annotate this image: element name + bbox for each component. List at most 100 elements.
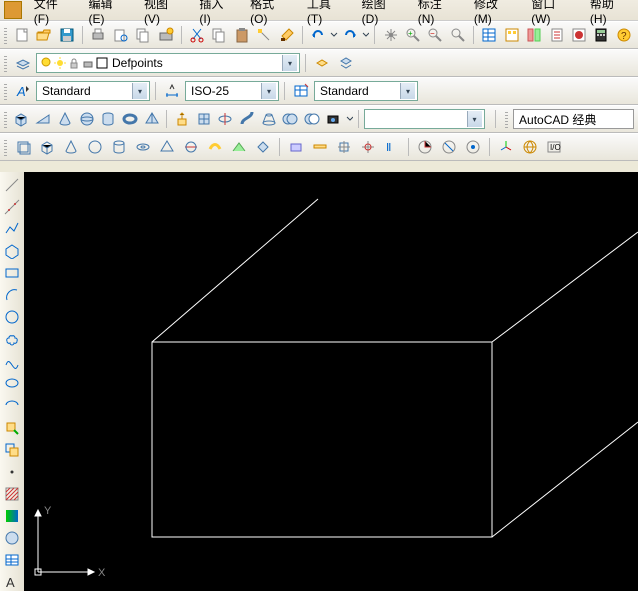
pyramid2-icon[interactable]	[156, 136, 178, 158]
redo-icon[interactable]	[340, 24, 360, 46]
ellipse-arc-icon[interactable]	[1, 396, 23, 414]
textstyle-icon[interactable]: A	[12, 80, 34, 102]
torus-icon[interactable]	[120, 108, 140, 130]
props-icon[interactable]	[479, 24, 499, 46]
union-icon[interactable]	[281, 108, 301, 130]
point-icon[interactable]	[1, 463, 23, 481]
torus2-icon[interactable]	[132, 136, 154, 158]
region-icon[interactable]	[1, 529, 23, 547]
line-icon[interactable]	[1, 176, 23, 194]
layer-iso-icon[interactable]	[335, 52, 357, 74]
tool-palette-icon[interactable]	[524, 24, 544, 46]
sec-plane-icon[interactable]	[285, 136, 307, 158]
table-icon[interactable]	[1, 551, 23, 569]
cyl2-icon[interactable]	[108, 136, 130, 158]
print-icon[interactable]	[88, 24, 108, 46]
pan-icon[interactable]	[380, 24, 400, 46]
sphere-icon[interactable]	[77, 108, 97, 130]
3d-align-icon[interactable]	[357, 136, 379, 158]
insert-block-icon[interactable]	[1, 419, 23, 437]
chevron-down-icon[interactable]: ▾	[261, 83, 276, 99]
grip-icon[interactable]	[4, 54, 7, 72]
dimstyle-icon[interactable]	[161, 80, 183, 102]
grip-icon[interactable]	[4, 138, 7, 156]
chevron-down-icon[interactable]: ▾	[282, 55, 297, 71]
open-icon[interactable]	[34, 24, 54, 46]
grip-icon[interactable]	[4, 110, 7, 128]
zoom-ext-icon[interactable]	[448, 24, 468, 46]
xline-icon[interactable]	[1, 198, 23, 216]
gradient-icon[interactable]	[1, 507, 23, 525]
wedge2-icon[interactable]	[60, 136, 82, 158]
help-icon[interactable]: ?	[614, 24, 634, 46]
cylinder-icon[interactable]	[98, 108, 118, 130]
box-icon[interactable]	[12, 108, 32, 130]
tablestyle-icon[interactable]	[290, 80, 312, 102]
ucs-world-icon[interactable]	[519, 136, 541, 158]
ucs-icon-c[interactable]	[462, 136, 484, 158]
arc-icon[interactable]	[1, 286, 23, 304]
layer-dropdown[interactable]: Defpoints ▾	[36, 53, 300, 73]
make-block-icon[interactable]	[1, 441, 23, 459]
publish-icon[interactable]	[133, 24, 153, 46]
grip-icon[interactable]	[4, 82, 7, 100]
presspull-icon[interactable]	[194, 108, 214, 130]
extrude-icon[interactable]	[172, 108, 192, 130]
spline-icon[interactable]	[1, 352, 23, 370]
sweep-icon[interactable]	[237, 108, 257, 130]
chevron-down-icon[interactable]: ▾	[467, 111, 482, 127]
cone-icon[interactable]	[55, 108, 75, 130]
mtext-icon[interactable]: A	[1, 573, 23, 591]
ucs-icon-a[interactable]	[414, 136, 436, 158]
undo-icon[interactable]	[308, 24, 328, 46]
imprint-icon[interactable]	[228, 136, 250, 158]
layer-prev-icon[interactable]	[311, 52, 333, 74]
zoom-win-icon[interactable]: −	[425, 24, 445, 46]
layer-props-icon[interactable]	[12, 52, 34, 74]
xyz-icon[interactable]	[495, 136, 517, 158]
revcloud-icon[interactable]	[1, 330, 23, 348]
interfere-icon[interactable]: Ⅱ	[381, 136, 403, 158]
sphere2-icon[interactable]	[84, 136, 106, 158]
box2-icon[interactable]	[36, 136, 58, 158]
shell-icon[interactable]	[252, 136, 274, 158]
dimstyle-dropdown[interactable]: ISO-25 ▾	[185, 81, 279, 101]
flatten-icon[interactable]	[309, 136, 331, 158]
circle-icon[interactable]	[1, 308, 23, 326]
camera-dd-icon[interactable]	[346, 111, 353, 127]
new-icon[interactable]	[12, 24, 32, 46]
camera-icon[interactable]	[324, 108, 344, 130]
slice-icon[interactable]	[180, 136, 202, 158]
pline-icon[interactable]	[1, 220, 23, 238]
ucs-named-icon[interactable]: I/O	[543, 136, 565, 158]
grip-icon[interactable]	[4, 26, 7, 44]
match-icon[interactable]	[254, 24, 274, 46]
wedge-icon[interactable]	[33, 108, 53, 130]
textstyle-dropdown[interactable]: Standard ▾	[36, 81, 150, 101]
chevron-down-icon[interactable]: ▾	[132, 83, 147, 99]
paste-icon[interactable]	[232, 24, 252, 46]
grip-icon[interactable]	[505, 110, 508, 128]
pyramid-icon[interactable]	[142, 108, 162, 130]
polysolid-icon[interactable]	[12, 136, 34, 158]
chevron-down-icon[interactable]: ▾	[400, 83, 415, 99]
copy-icon[interactable]	[209, 24, 229, 46]
redo-dd-icon[interactable]	[362, 27, 369, 43]
subtract-icon[interactable]	[302, 108, 322, 130]
markup-icon[interactable]	[569, 24, 589, 46]
hatch-icon[interactable]	[1, 485, 23, 503]
brush-icon[interactable]	[276, 24, 296, 46]
workspace-dropdown[interactable]: AutoCAD 经典	[513, 109, 634, 129]
preview-icon[interactable]	[110, 24, 130, 46]
loft-icon[interactable]	[259, 108, 279, 130]
ucs-icon-b[interactable]	[438, 136, 460, 158]
plot-icon[interactable]	[155, 24, 175, 46]
ellipse-icon[interactable]	[1, 374, 23, 392]
undo-dd-icon[interactable]	[330, 27, 337, 43]
tablestyle-dropdown[interactable]: Standard ▾	[314, 81, 418, 101]
calc-icon[interactable]	[591, 24, 611, 46]
drawing-viewport[interactable]: Y X	[24, 172, 638, 591]
rect-icon[interactable]	[1, 264, 23, 282]
cut-icon[interactable]	[187, 24, 207, 46]
save-icon[interactable]	[57, 24, 77, 46]
